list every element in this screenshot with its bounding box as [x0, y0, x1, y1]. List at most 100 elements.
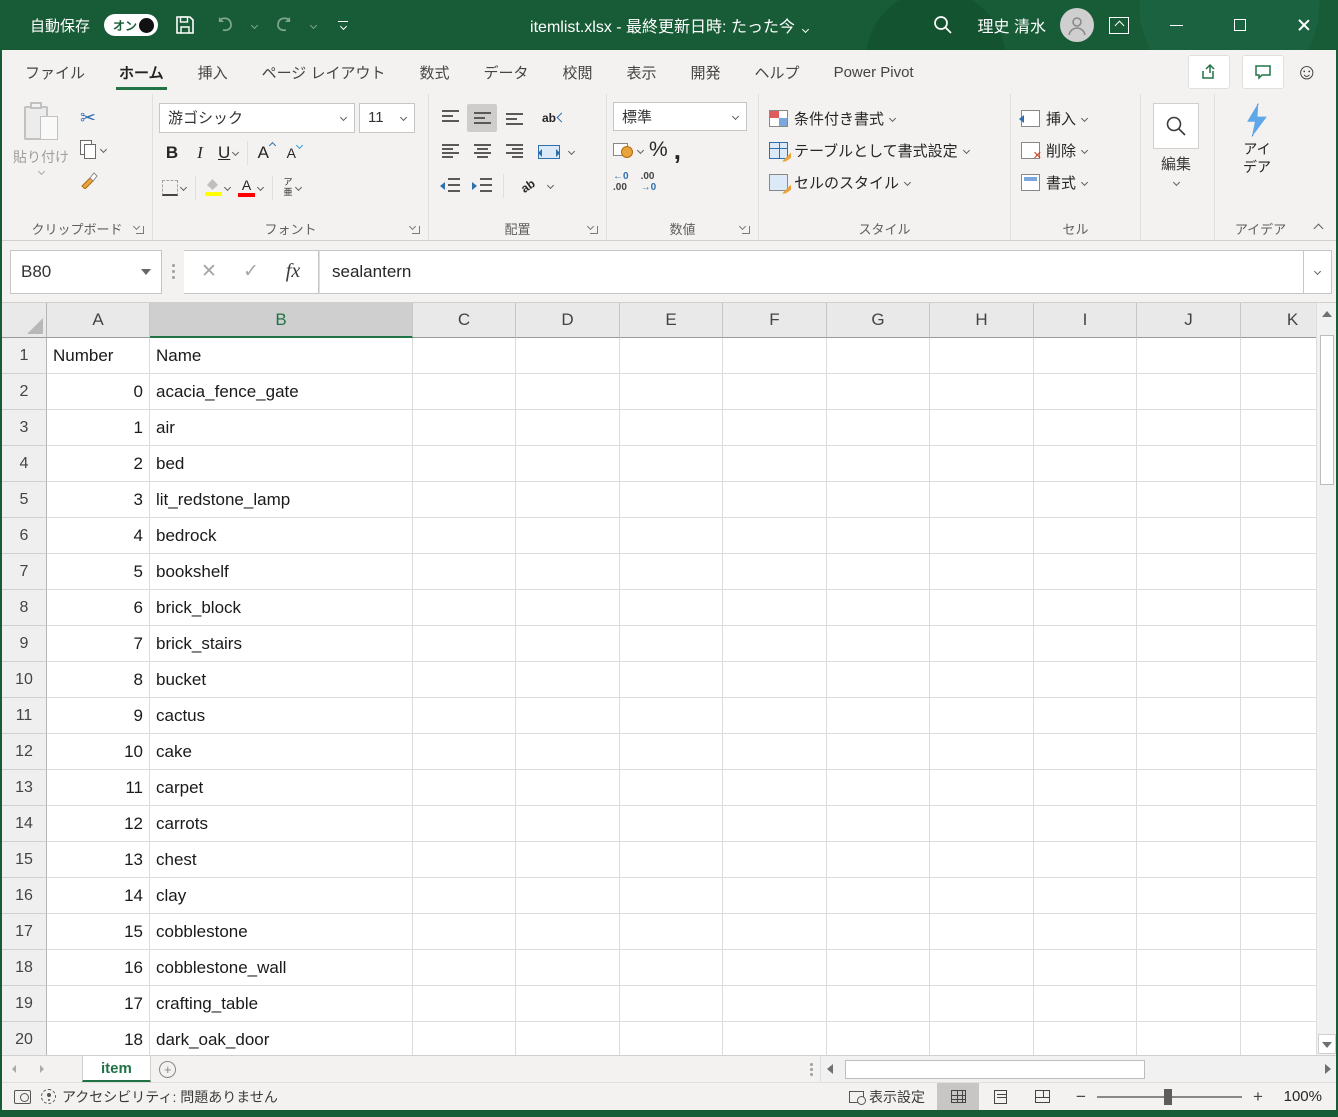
cell-J1[interactable] — [1137, 338, 1241, 374]
align-center-button[interactable] — [467, 138, 497, 166]
cell-K10[interactable] — [1241, 662, 1316, 698]
cell-F7[interactable] — [723, 554, 827, 590]
cell-B7[interactable]: bookshelf — [150, 554, 413, 590]
orientation-chevron[interactable] — [546, 181, 555, 190]
cell-E19[interactable] — [620, 986, 723, 1022]
column-header-J[interactable]: J — [1137, 303, 1241, 338]
row-header-8[interactable]: 8 — [2, 590, 47, 626]
cell-I4[interactable] — [1034, 446, 1137, 482]
cell-J15[interactable] — [1137, 842, 1241, 878]
cell-G16[interactable] — [827, 878, 930, 914]
increase-indent-button[interactable] — [467, 172, 497, 200]
cell-K9[interactable] — [1241, 626, 1316, 662]
close-button[interactable] — [1272, 0, 1336, 50]
cell-F5[interactable] — [723, 482, 827, 518]
zoom-in-button[interactable]: + — [1252, 1087, 1264, 1107]
row-header-17[interactable]: 17 — [2, 914, 47, 950]
page-break-view-button[interactable] — [1021, 1083, 1063, 1110]
cell-K8[interactable] — [1241, 590, 1316, 626]
cell-E16[interactable] — [620, 878, 723, 914]
cell-E15[interactable] — [620, 842, 723, 878]
cell-G6[interactable] — [827, 518, 930, 554]
cell-J5[interactable] — [1137, 482, 1241, 518]
cell-B3[interactable]: air — [150, 410, 413, 446]
cell-A16[interactable]: 14 — [47, 878, 150, 914]
cell-A10[interactable]: 8 — [47, 662, 150, 698]
cell-I3[interactable] — [1034, 410, 1137, 446]
cell-K5[interactable] — [1241, 482, 1316, 518]
cell-F6[interactable] — [723, 518, 827, 554]
scroll-down-button[interactable] — [1317, 1034, 1336, 1054]
sheet-nav-next-button[interactable] — [28, 1056, 54, 1082]
cell-B18[interactable]: cobblestone_wall — [150, 950, 413, 986]
cell-K15[interactable] — [1241, 842, 1316, 878]
new-sheet-button[interactable]: + — [151, 1056, 185, 1082]
cell-A9[interactable]: 7 — [47, 626, 150, 662]
cell-B9[interactable]: brick_stairs — [150, 626, 413, 662]
cell-F16[interactable] — [723, 878, 827, 914]
row-header-14[interactable]: 14 — [2, 806, 47, 842]
cell-F14[interactable] — [723, 806, 827, 842]
cell-B20[interactable]: dark_oak_door — [150, 1022, 413, 1055]
tabbar-resize-handle[interactable] — [802, 1056, 820, 1082]
comma-style-button[interactable]: , — [674, 137, 681, 163]
tab-ファイル[interactable]: ファイル — [8, 50, 102, 94]
normal-view-button[interactable] — [937, 1083, 979, 1110]
cut-button[interactable]: ✂ — [80, 106, 106, 130]
cell-A15[interactable]: 13 — [47, 842, 150, 878]
cell-H2[interactable] — [930, 374, 1034, 410]
cell-K7[interactable] — [1241, 554, 1316, 590]
cell-C18[interactable] — [413, 950, 516, 986]
cell-C15[interactable] — [413, 842, 516, 878]
namebox-resize-handle[interactable] — [162, 264, 184, 279]
tab-ヘルプ[interactable]: ヘルプ — [738, 50, 817, 94]
column-header-C[interactable]: C — [413, 303, 516, 338]
cell-G15[interactable] — [827, 842, 930, 878]
alignment-dialog-launcher[interactable] — [588, 224, 598, 234]
cell-B16[interactable]: clay — [150, 878, 413, 914]
cell-F17[interactable] — [723, 914, 827, 950]
orientation-button[interactable]: ab — [510, 172, 546, 200]
cell-H8[interactable] — [930, 590, 1034, 626]
cell-C4[interactable] — [413, 446, 516, 482]
decrease-font-button[interactable]: A — [282, 139, 308, 167]
cell-C17[interactable] — [413, 914, 516, 950]
column-header-G[interactable]: G — [827, 303, 930, 338]
cell-J13[interactable] — [1137, 770, 1241, 806]
row-header-4[interactable]: 4 — [2, 446, 47, 482]
cell-I8[interactable] — [1034, 590, 1137, 626]
cell-D9[interactable] — [516, 626, 620, 662]
delete-cells-button[interactable]: ✕ 削除 — [1017, 135, 1091, 165]
cell-K2[interactable] — [1241, 374, 1316, 410]
cell-F13[interactable] — [723, 770, 827, 806]
select-all-button[interactable] — [2, 303, 47, 338]
italic-button[interactable]: I — [187, 139, 213, 167]
cell-I14[interactable] — [1034, 806, 1137, 842]
cell-H17[interactable] — [930, 914, 1034, 950]
tab-挿入[interactable]: 挿入 — [181, 50, 245, 94]
enter-button[interactable]: ✓ — [232, 254, 270, 290]
title-menu-chevron[interactable] — [801, 25, 809, 34]
horizontal-scrollbar-thumb[interactable] — [845, 1059, 1145, 1079]
phonetic-guide-button[interactable]: ア亜 — [279, 174, 305, 202]
cell-D4[interactable] — [516, 446, 620, 482]
cell-B2[interactable]: acacia_fence_gate — [150, 374, 413, 410]
font-dialog-launcher[interactable] — [410, 224, 420, 234]
autosave-toggle[interactable]: オン — [104, 14, 159, 36]
cell-J14[interactable] — [1137, 806, 1241, 842]
row-header-7[interactable]: 7 — [2, 554, 47, 590]
cell-G3[interactable] — [827, 410, 930, 446]
tab-数式[interactable]: 数式 — [402, 50, 466, 94]
cell-J7[interactable] — [1137, 554, 1241, 590]
row-header-19[interactable]: 19 — [2, 986, 47, 1022]
cell-F9[interactable] — [723, 626, 827, 662]
cell-B1[interactable]: Name — [150, 338, 413, 374]
maximize-button[interactable] — [1208, 0, 1272, 50]
save-button[interactable] — [172, 12, 198, 38]
cell-K16[interactable] — [1241, 878, 1316, 914]
comments-button[interactable] — [1241, 55, 1284, 89]
accounting-format-button[interactable] — [613, 138, 645, 162]
cell-A8[interactable]: 6 — [47, 590, 150, 626]
cell-K3[interactable] — [1241, 410, 1316, 446]
cell-K17[interactable] — [1241, 914, 1316, 950]
